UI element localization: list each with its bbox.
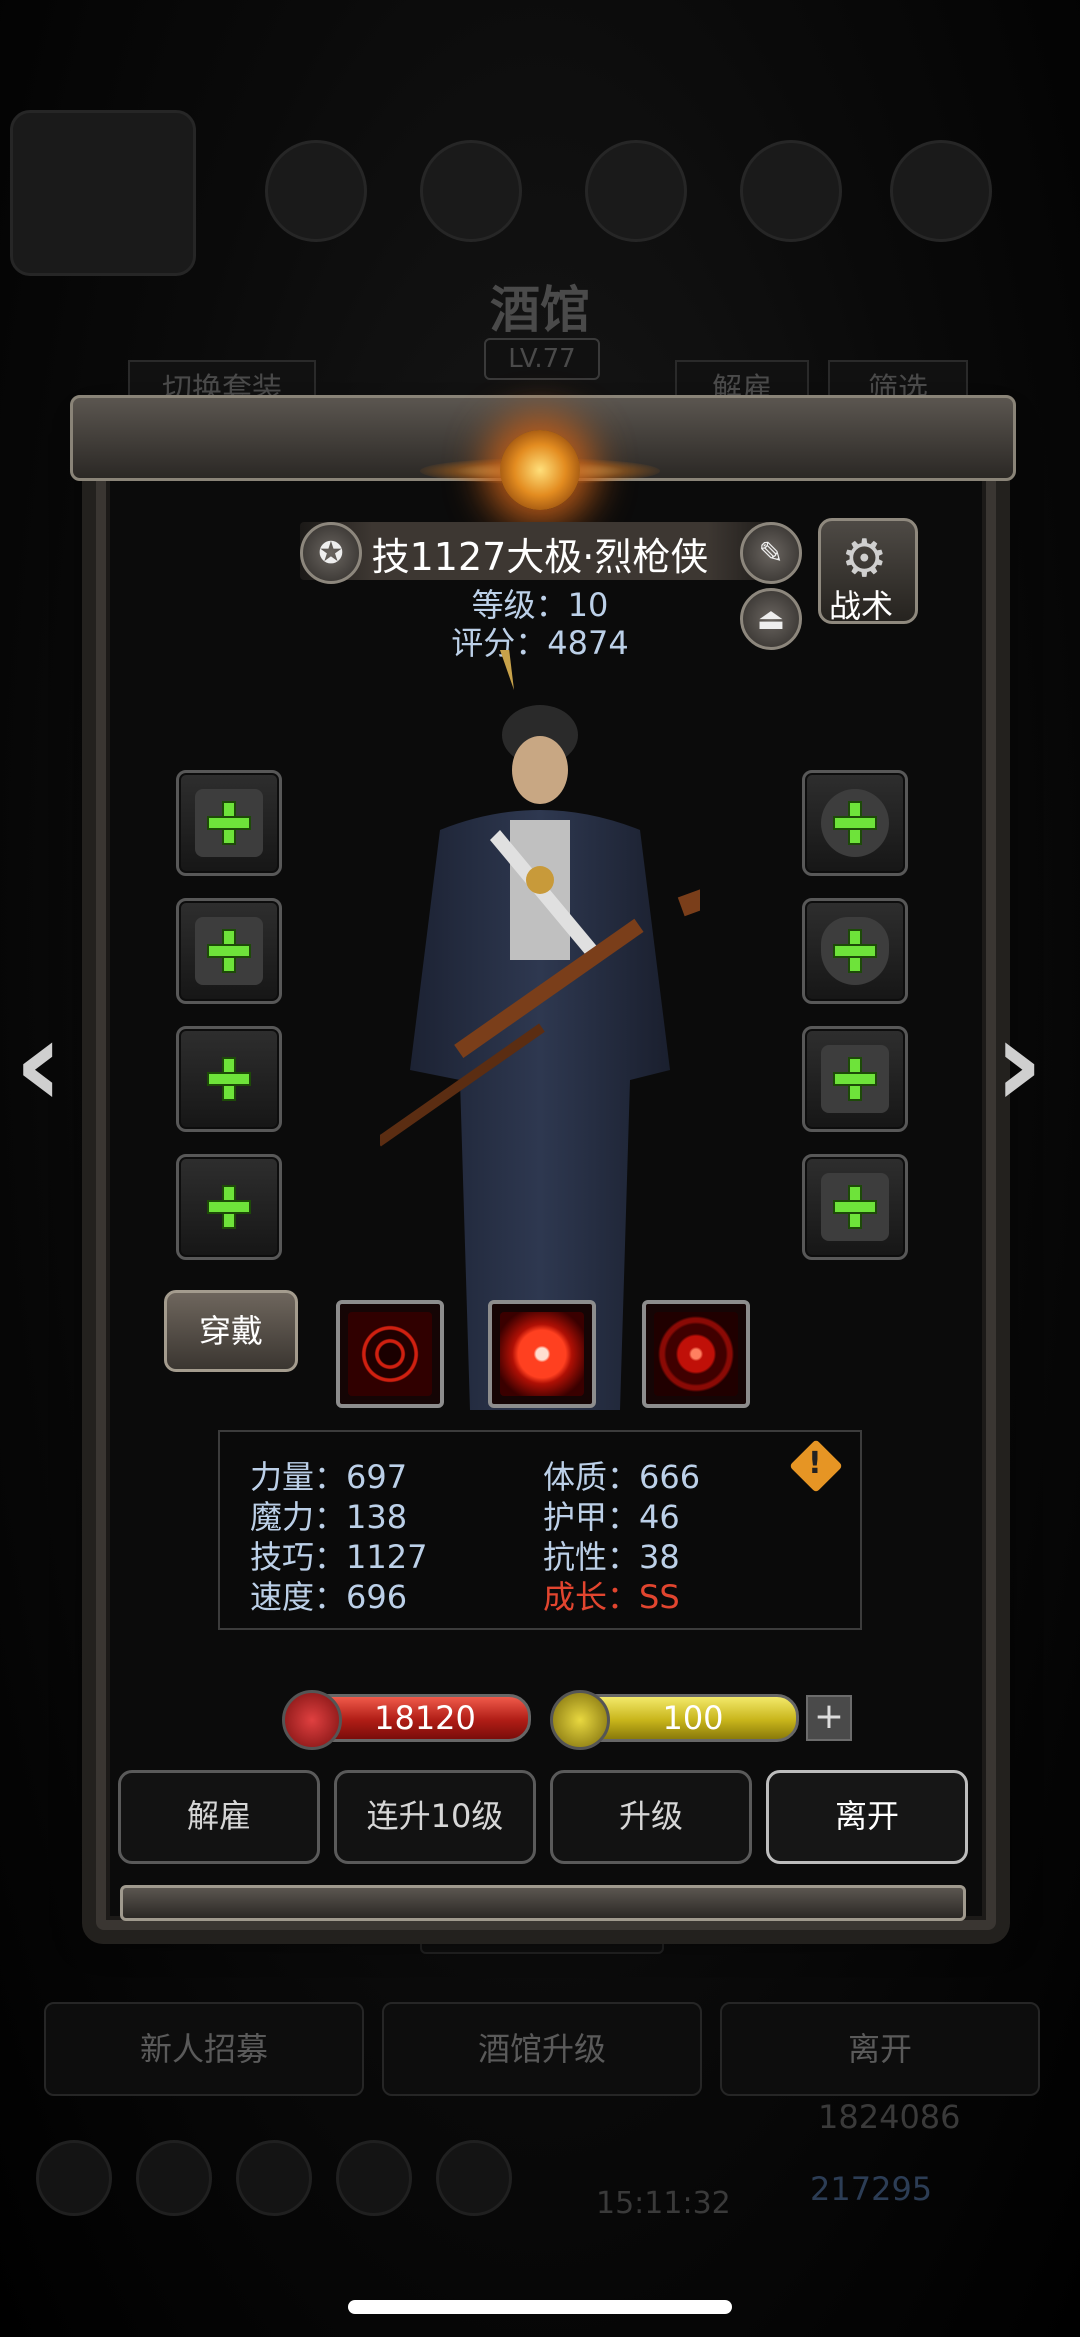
- warning-mark: !: [808, 1446, 822, 1481]
- bg-tavern-upgrade-button: 酒馆升级: [382, 2002, 702, 2096]
- bg-menu-icon: [420, 140, 522, 242]
- leave-button[interactable]: 离开: [766, 1770, 968, 1864]
- tactics-label: 战术: [829, 587, 894, 625]
- bg-gem-amount: 217295: [810, 2170, 933, 2208]
- emblem-icon: [500, 430, 580, 510]
- bg-menu-icon: [265, 140, 367, 242]
- plus-icon: [833, 1057, 877, 1101]
- bg-leave-button: 离开: [720, 2002, 1040, 2096]
- prev-hero-arrow-icon[interactable]: ‹: [14, 1005, 63, 1125]
- plus-icon: [833, 1185, 877, 1229]
- bg-nav-icon: [336, 2140, 412, 2216]
- bg-nav-icon: [236, 2140, 312, 2216]
- hp-value: 18120: [374, 1699, 476, 1737]
- tactics-button[interactable]: ⚙ 战术: [818, 518, 918, 625]
- amulet-slot[interactable]: [802, 898, 908, 1004]
- trinket-slot-1[interactable]: [802, 1026, 908, 1132]
- bg-nav-icon: [136, 2140, 212, 2216]
- bg-tavern-level: LV.77: [484, 338, 600, 380]
- bg-avatar-icon: [10, 110, 196, 276]
- add-energy-button[interactable]: +: [806, 1695, 852, 1741]
- stat-speed: 速度：696: [250, 1578, 408, 1616]
- ring-slot[interactable]: [802, 770, 908, 876]
- badge-icon[interactable]: ✪: [300, 522, 362, 584]
- bg-tavern-title: 酒馆: [490, 280, 590, 339]
- stat-growth: 成长：SS: [543, 1578, 680, 1616]
- plus-icon: [207, 1185, 251, 1229]
- gear-slot-3[interactable]: [176, 1026, 282, 1132]
- weapon-slot[interactable]: [176, 770, 282, 876]
- plus-icon: [207, 801, 251, 845]
- next-hero-arrow-icon[interactable]: ›: [994, 1005, 1043, 1125]
- bg-menu-icon: [890, 140, 992, 242]
- bg-menu-icon: [585, 140, 687, 242]
- gear-slot-4[interactable]: [176, 1154, 282, 1260]
- gear-icon: ⚙: [841, 529, 888, 589]
- plus-icon: [207, 1057, 251, 1101]
- armor-slot[interactable]: [176, 898, 282, 1004]
- plus-icon: [833, 929, 877, 973]
- bg-clock: 15:11:32: [596, 2186, 731, 2221]
- plus-icon: [833, 801, 877, 845]
- wear-button[interactable]: 穿戴: [164, 1290, 298, 1372]
- bg-menu-icon: [740, 140, 842, 242]
- level-up-button[interactable]: 升级: [550, 1770, 752, 1864]
- home-indicator[interactable]: [348, 2300, 732, 2314]
- frame-bottom-ornament: [120, 1885, 966, 1921]
- bg-gold-amount: 1824086: [818, 2098, 961, 2136]
- hero-name: 技1127大极·烈枪侠: [371, 535, 709, 579]
- dismiss-button[interactable]: 解雇: [118, 1770, 320, 1864]
- bg-nav-icon: [36, 2140, 112, 2216]
- bg-recruit-button: 新人招募: [44, 2002, 364, 2096]
- plus-icon: [207, 929, 251, 973]
- bg-nav-icon: [436, 2140, 512, 2216]
- energy-value: 100: [662, 1699, 724, 1737]
- skill-vortex-icon[interactable]: [488, 1300, 596, 1408]
- level-up-10-button[interactable]: 连升10级: [334, 1770, 536, 1864]
- trinket-slot-2[interactable]: [802, 1154, 908, 1260]
- skill-target-icon[interactable]: [642, 1300, 750, 1408]
- edit-name-icon[interactable]: ✎: [740, 522, 802, 584]
- skill-crosshair-icon[interactable]: [336, 1300, 444, 1408]
